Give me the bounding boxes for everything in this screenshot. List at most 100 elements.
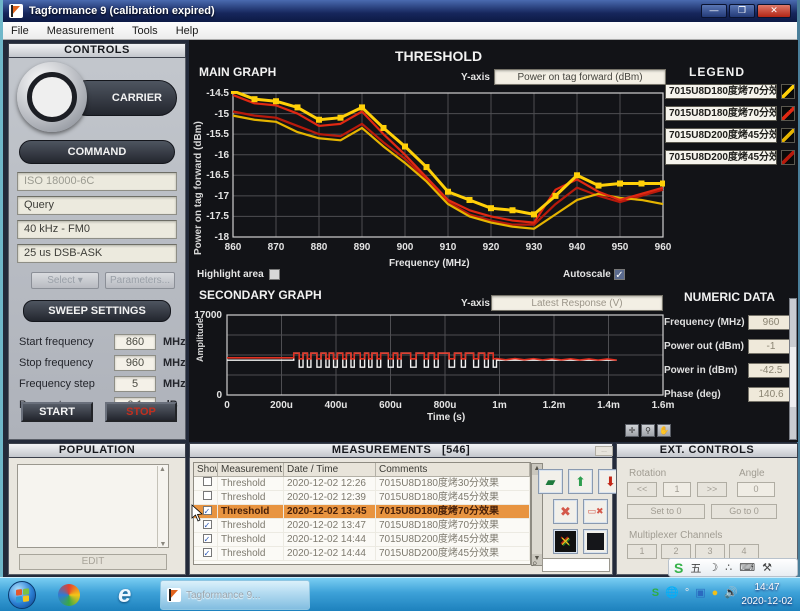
delete-all-button[interactable]: ▭✖ [583,499,608,524]
color-map-button[interactable]: ✕ [553,529,578,554]
start-frequency-input[interactable]: 860 [114,334,156,350]
parameters-button[interactable]: Parameters... [105,272,175,289]
population-list[interactable]: ▲▼ [17,464,169,548]
angle-field[interactable]: 0 [737,482,775,497]
menu-file[interactable]: File [11,25,29,37]
stop-frequency-input[interactable]: 960 [114,355,156,371]
tray-update-icon[interactable]: ° [685,586,689,600]
sogou-icon[interactable]: S [674,560,683,576]
numeric-frequency-value: 960 [748,315,794,330]
table-row[interactable]: Threshold 2020-12-02 12:39 7015U8D180度烤4… [194,491,530,505]
import-button[interactable]: ⬆ [568,469,593,494]
show-checkbox[interactable]: ✓ [203,548,212,557]
table-row[interactable]: ✓ Threshold 2020-12-02 13:47 7015U8D180度… [194,519,530,533]
link-freq-select[interactable]: 40 kHz - FM0 [17,220,177,239]
side-scrollbar[interactable] [789,298,797,440]
mux-channel-1-button[interactable]: 1 [627,544,657,559]
col-comments[interactable]: Comments [376,463,530,476]
table-row[interactable]: Threshold 2020-12-02 12:26 7015U8D180度烤3… [194,477,530,491]
rotate-next-button[interactable]: >> [697,482,727,497]
main-yaxis-select[interactable]: Power on tag forward (dBm) [494,69,666,85]
black-swatch-button[interactable] [583,529,608,554]
table-row[interactable]: ✓ Threshold 2020-12-02 14:44 7015U8D200度… [194,547,530,561]
frequency-step-input[interactable]: 5 [114,376,156,392]
rotate-prev-button[interactable]: << [627,482,657,497]
autoscale-checkbox[interactable]: ✓ [614,269,625,280]
dots-icon[interactable]: ∴ [725,561,732,574]
comment-search-input[interactable] [542,558,610,572]
start-button[interactable] [8,581,36,609]
secondary-xlabel: Time (s) [427,412,465,423]
show-checkbox[interactable]: ✓ [203,534,212,543]
rotation-step-field[interactable]: 1 [663,482,691,497]
menu-measurement[interactable]: Measurement [47,25,114,37]
sweep-settings-button[interactable]: SWEEP SETTINGS [23,300,171,322]
secondary-graph-plot[interactable] [225,313,665,397]
table-row[interactable]: ✓ Threshold 2020-12-02 14:44 7015U8D200度… [194,533,530,547]
tray-network-icon[interactable]: 🌐 [665,586,679,600]
col-datetime[interactable]: Date / Time [284,463,376,476]
show-checkbox[interactable] [203,477,212,486]
population-scrollbar[interactable]: ▲▼ [157,466,167,548]
wrench-icon[interactable]: ⚒ [762,561,772,574]
delete-button[interactable]: ✖ [553,499,578,524]
input-mode-icon[interactable]: 五 [690,560,701,576]
graph-zoom-icon[interactable]: ⚲ [641,424,655,437]
highlight-area-checkbox[interactable] [269,269,280,280]
numeric-power-in-value: -42.5 [748,363,794,378]
taskbar: e Tagformance 9... S 🌐 ° ▣ ● 🔊 14:47 202… [0,577,800,611]
mux-channel-3-button[interactable]: 3 [695,544,725,559]
modulation-select[interactable]: 25 us DSB-ASK [17,244,177,263]
secondary-yaxis-select[interactable]: Latest Response (V) [491,295,663,311]
graph-crosshair-icon[interactable]: ✛ [625,424,639,437]
mux-channel-2-button[interactable]: 2 [661,544,691,559]
save-measurement-button[interactable]: ▰ [538,469,563,494]
numeric-data-title: NUMERIC DATA [684,290,775,304]
tray-sogou-icon[interactable]: S [652,586,659,600]
secondary-yaxis-caption: Y-axis [461,298,490,309]
stop-button[interactable]: STOP [105,402,177,422]
main-graph-label: MAIN GRAPH [199,65,276,79]
tray-display-icon[interactable]: ▣ [695,586,705,600]
command-select[interactable]: Query [17,196,177,215]
moon-icon[interactable]: ☽ [708,561,718,574]
menu-tools[interactable]: Tools [132,25,158,37]
carrier-button[interactable] [17,62,87,132]
more-button[interactable]: ... [595,446,613,456]
mux-channel-4-button[interactable]: 4 [729,544,759,559]
internet-explorer-icon[interactable]: e [118,581,131,609]
tray-alert-icon[interactable]: ● [712,586,719,600]
protocol-select[interactable]: ISO 18000-6C [17,172,177,191]
threshold-tab-area: THRESHOLD MAIN GRAPH Y-axis Power on tag… [189,40,798,442]
set-to-0-button[interactable]: Set to 0 [627,504,705,519]
angle-label: Angle [739,468,765,479]
tray-volume-icon[interactable]: 🔊 [724,586,738,600]
menu-help[interactable]: Help [176,25,199,37]
main-graph-plot[interactable] [231,91,665,239]
table-row[interactable]: ✓ Threshold 2020-12-02 13:45 7015U8D180度… [194,505,530,519]
black-square-icon [587,533,604,550]
show-checkbox[interactable] [203,491,212,500]
close-button[interactable]: ✕ [757,4,791,18]
taskbar-tagformance-button[interactable]: Tagformance 9... [160,580,310,610]
titlebar: Tagformance 9 (calibration expired) — ❐ … [3,0,797,22]
command-button[interactable]: COMMAND [19,140,175,164]
legend-swatch-icon [781,150,795,165]
controls-header: CONTROLS [8,43,186,58]
measurements-header: MEASUREMENTS [546] [189,443,613,458]
show-checkbox[interactable]: ✓ [203,506,212,515]
col-measurement[interactable]: Measurement [218,463,284,476]
keyboard-icon[interactable]: ⌨ [739,561,755,574]
graph-pan-icon[interactable]: ✋ [657,424,671,437]
show-checkbox[interactable]: ✓ [203,520,212,529]
select-dropdown[interactable]: Select ▾ [31,272,99,289]
col-show[interactable]: Show [194,463,218,476]
taskbar-clock[interactable]: 14:47 2020-12-02 [738,581,796,609]
minimize-button[interactable]: — [701,4,727,18]
population-edit-button[interactable]: EDIT [19,554,167,570]
start-button[interactable]: START [21,402,93,422]
rotation-label: Rotation [629,468,666,479]
go-to-0-button[interactable]: Go to 0 [711,504,777,519]
media-app-icon[interactable] [58,584,80,606]
maximize-button[interactable]: ❐ [729,4,755,18]
